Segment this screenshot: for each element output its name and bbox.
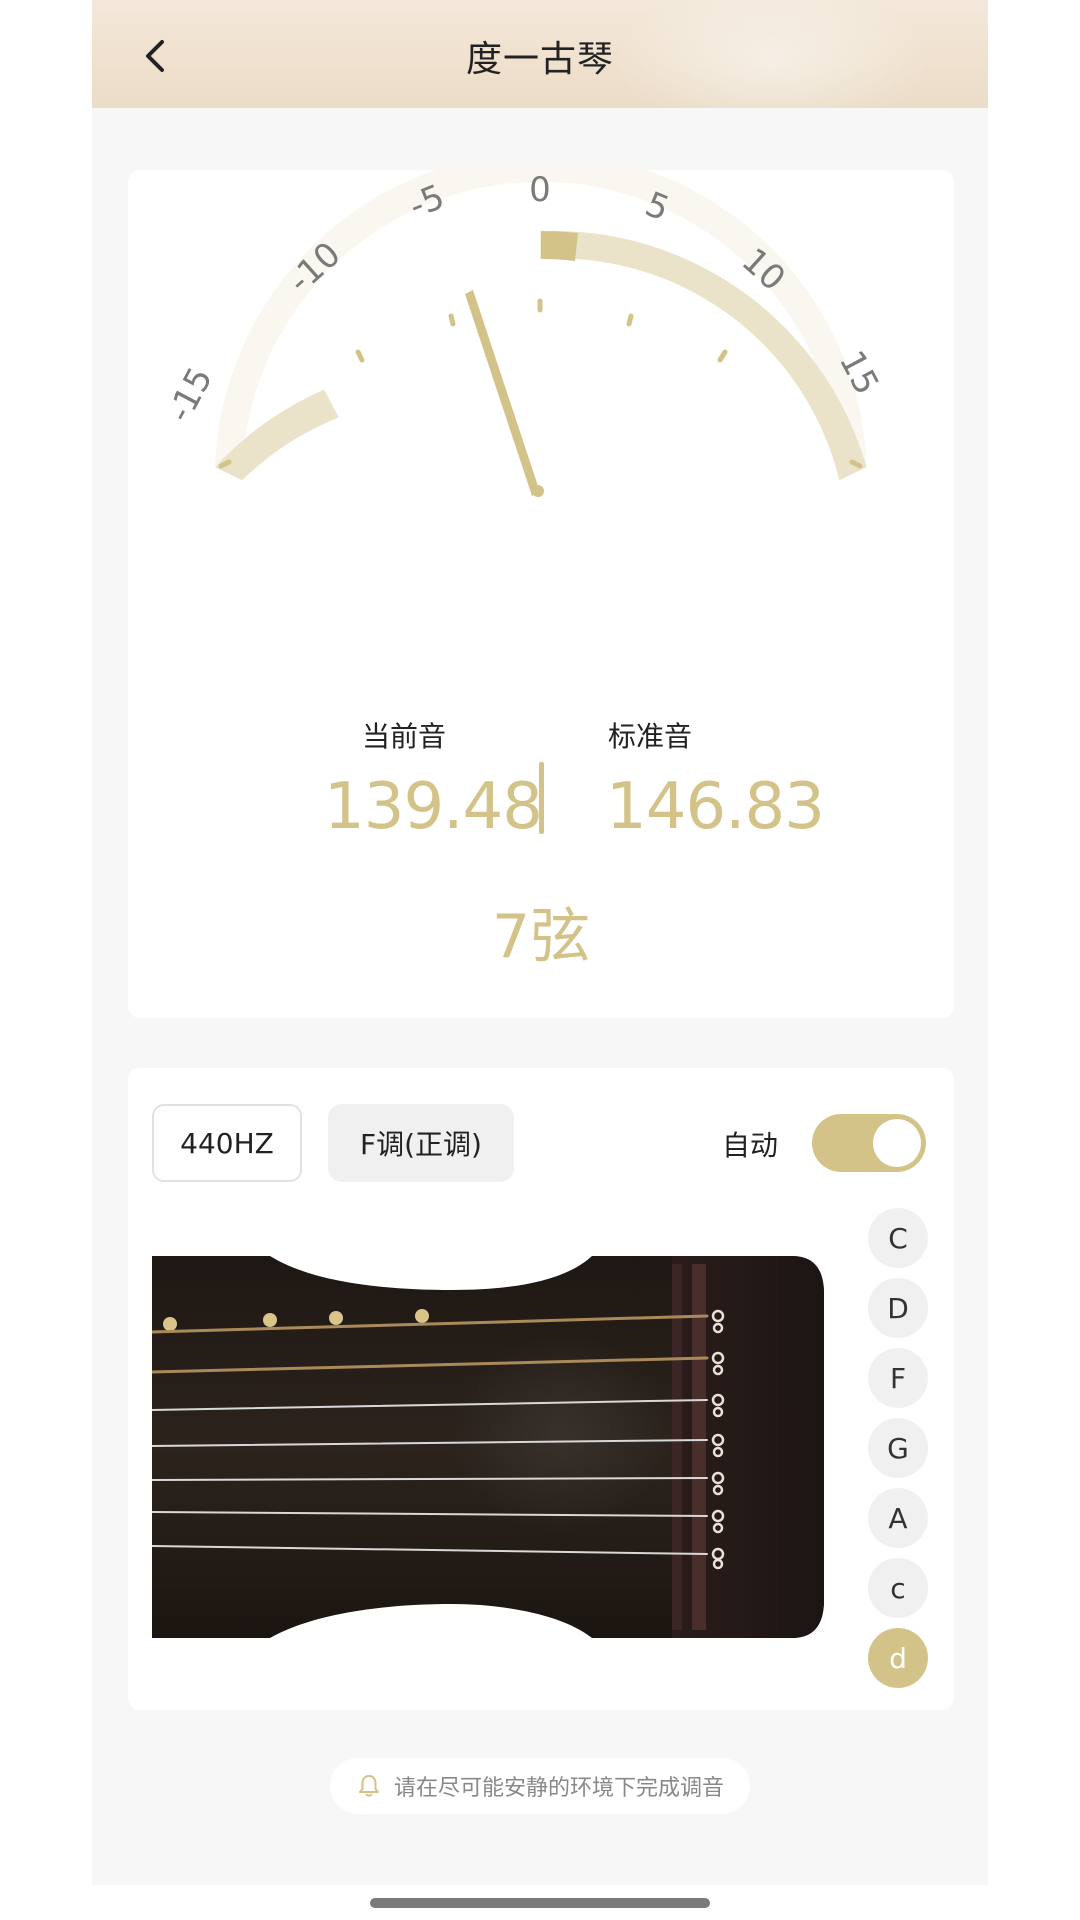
note-button-c[interactable]: C (868, 1208, 928, 1268)
toggle-knob (873, 1119, 921, 1167)
note-button-c-low[interactable]: c (868, 1558, 928, 1618)
string-select-card: 440HZ F调(正调) 自动 C D F G A c d (128, 1068, 954, 1710)
current-pitch-value: 139.48 (324, 770, 543, 844)
note-button-g[interactable]: G (868, 1418, 928, 1478)
note-button-d-active[interactable]: d (868, 1628, 928, 1688)
tuner-app: 度一古琴 -15 -10 -5 0 5 10 15 当前音 标准音 139.48… (92, 0, 988, 1885)
header-bar: 度一古琴 (92, 0, 988, 108)
string-note-list: C D F G A c d (868, 1208, 928, 1698)
auto-label: 自动 (722, 1129, 779, 1162)
tip-text: 请在尽可能安静的环境下完成调音 (393, 1776, 724, 1801)
string-name: 7弦 (491, 902, 591, 972)
cents-gauge: -15 -10 -5 0 5 10 15 (160, 170, 887, 497)
gauge-tick-label: -15 (160, 361, 221, 429)
standard-pitch-value: 146.83 (606, 770, 825, 844)
gauge-needle (465, 290, 544, 497)
bell-icon (358, 1775, 379, 1797)
page-title: 度一古琴 (465, 39, 614, 80)
auto-toggle[interactable] (812, 1114, 926, 1172)
divider (539, 762, 544, 834)
note-button-d[interactable]: D (868, 1278, 928, 1338)
gauge-tick-label: 0 (529, 170, 551, 210)
home-indicator[interactable] (370, 1898, 710, 1908)
note-button-a[interactable]: A (868, 1488, 928, 1548)
standard-pitch-label: 标准音 (608, 720, 693, 753)
key-select-button[interactable]: F调(正调) (328, 1104, 514, 1182)
current-pitch-label: 当前音 (362, 720, 447, 753)
quiet-environment-tip: 请在尽可能安静的环境下完成调音 (330, 1758, 750, 1814)
note-button-f[interactable]: F (868, 1348, 928, 1408)
guqin-image (152, 1256, 824, 1638)
reference-hz-button[interactable]: 440HZ (152, 1104, 302, 1182)
tuner-gauge-card: -15 -10 -5 0 5 10 15 当前音 标准音 139.48 146.… (128, 170, 954, 1018)
